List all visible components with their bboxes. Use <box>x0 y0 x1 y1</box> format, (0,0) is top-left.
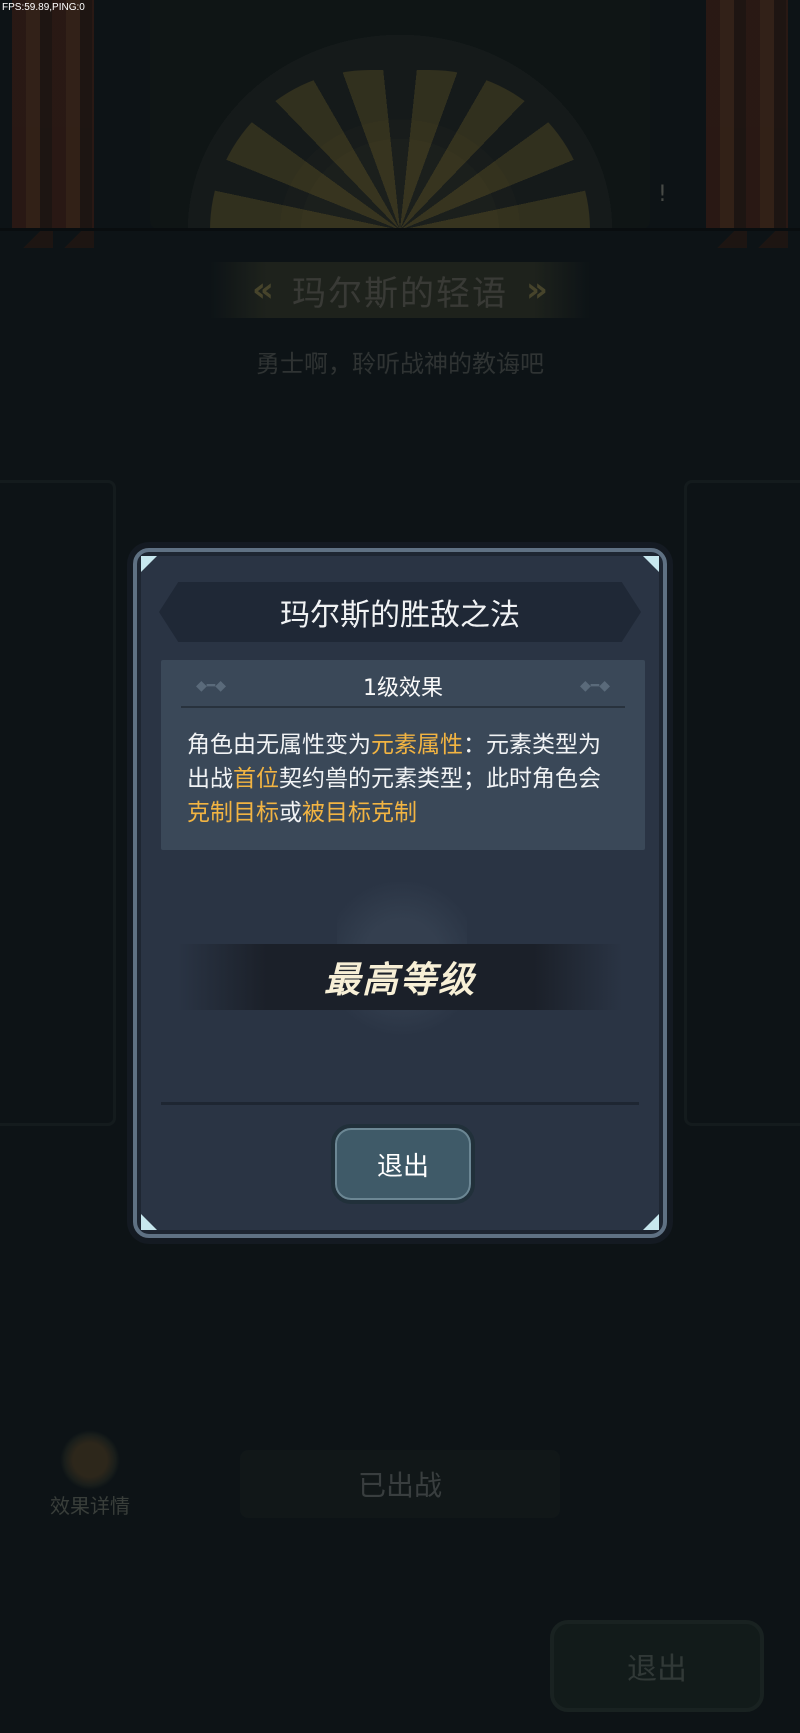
effect-modal: 玛尔斯的胜敌之法 ◆━◆ 1级效果 ◆━◆ 角色由无属性变为元素属性：元素类型为… <box>133 548 667 1238</box>
highlight-text: 元素属性 <box>371 732 463 758</box>
corner-ornament <box>643 1214 659 1230</box>
corner-ornament <box>643 556 659 572</box>
corner-ornament <box>141 1214 157 1230</box>
modal-title: 玛尔斯的胜敌之法 <box>280 598 520 633</box>
diamond-ornament-icon: ◆━◆ <box>196 678 226 694</box>
effect-description: 角色由无属性变为元素属性：元素类型为出战首位契约兽的元素类型；此时角色会克制目标… <box>187 728 621 830</box>
highlight-text: 被目标克制 <box>302 800 417 826</box>
fps-readout: FPS:59.89,PING:0 <box>2 2 85 13</box>
effect-level-label: 1级效果 <box>363 676 443 701</box>
highlight-text: 首位 <box>233 766 279 792</box>
effect-panel: ◆━◆ 1级效果 ◆━◆ 角色由无属性变为元素属性：元素类型为出战首位契约兽的元… <box>161 660 645 850</box>
corner-ornament <box>141 556 157 572</box>
modal-divider <box>161 1102 639 1105</box>
exit-button[interactable]: 退出 <box>331 1124 475 1204</box>
diamond-ornament-icon: ◆━◆ <box>580 678 610 694</box>
modal-title-banner: 玛尔斯的胜敌之法 <box>159 582 641 642</box>
description-text: 角色由无属性变为 <box>187 732 371 758</box>
highlight-text: 克制目标 <box>187 800 279 826</box>
effect-header: ◆━◆ 1级效果 ◆━◆ <box>181 666 625 708</box>
description-text: 契约兽的元素类型；此时角色会 <box>279 766 601 792</box>
max-level-bar: 最高等级 <box>177 944 623 1010</box>
max-level-label: 最高等级 <box>323 960 476 1001</box>
description-text: 或 <box>279 800 302 826</box>
